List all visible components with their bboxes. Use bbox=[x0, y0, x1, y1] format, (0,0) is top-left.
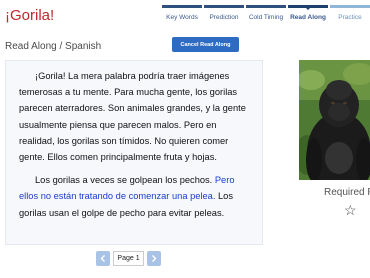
step-practice[interactable]: Practice bbox=[330, 5, 370, 21]
star-icon[interactable]: ☆ bbox=[344, 203, 357, 217]
chevron-left-icon bbox=[100, 255, 105, 262]
next-page-button[interactable] bbox=[147, 251, 161, 266]
step-key-words[interactable]: Key Words bbox=[162, 5, 202, 21]
step-read-along[interactable]: Read Along bbox=[288, 5, 328, 21]
page-indicator: Page 1 bbox=[113, 251, 144, 266]
step-label: Practice bbox=[338, 14, 362, 21]
app-title: ¡Gorila! bbox=[5, 7, 55, 24]
chevron-right-icon bbox=[152, 255, 157, 262]
step-prediction[interactable]: Prediction bbox=[204, 5, 244, 21]
passage-paragraph: ¡Gorila! La mera palabra podría traer im… bbox=[19, 68, 254, 165]
step-label: Cold Timing bbox=[248, 14, 284, 21]
gorilla-picture bbox=[299, 60, 370, 180]
step-cold-timing[interactable]: Cold Timing bbox=[246, 5, 286, 21]
step-label: Prediction bbox=[209, 14, 239, 21]
pagination: Page 1 bbox=[96, 251, 161, 266]
step-label: Read Along bbox=[290, 14, 326, 21]
required-label: Required F bbox=[324, 187, 370, 198]
passage-paragraph: Los gorilas a veces se golpean los pecho… bbox=[19, 172, 254, 221]
gorilla-image bbox=[299, 60, 370, 180]
paragraph-text: Los gorilas a veces se golpean los pecho… bbox=[35, 175, 215, 186]
step-navigation: Key Words Prediction Cold Timing Read Al… bbox=[162, 5, 370, 21]
reading-passage: ¡Gorila! La mera palabra podría traer im… bbox=[5, 60, 263, 245]
step-label: Key Words bbox=[166, 14, 198, 21]
paragraph-text: ¡Gorila! La mera palabra podría traer im… bbox=[19, 71, 246, 163]
cancel-read-along-button[interactable]: Cancel Read Along bbox=[172, 37, 239, 52]
previous-page-button[interactable] bbox=[96, 251, 110, 266]
active-step-marker-icon bbox=[305, 7, 311, 10]
mode-label: Read Along / Spanish bbox=[5, 41, 102, 52]
